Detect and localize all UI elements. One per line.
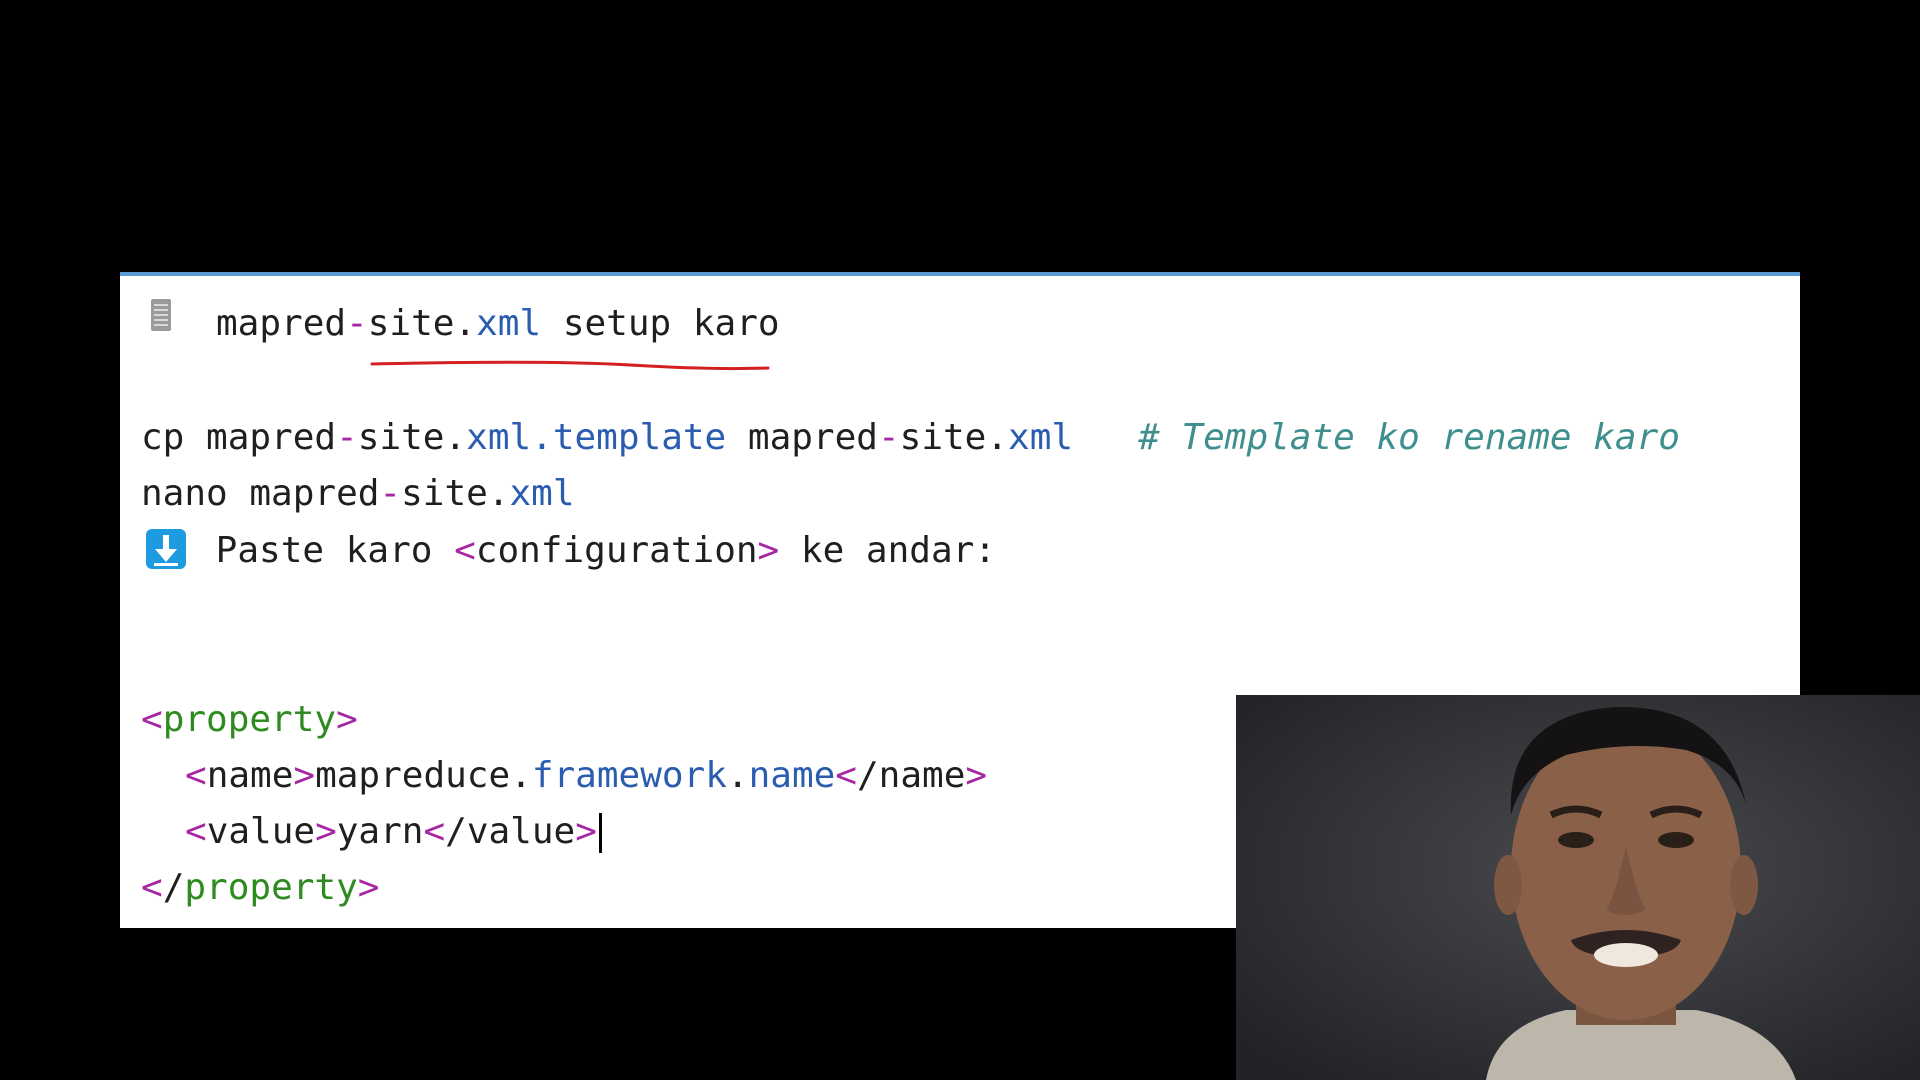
name-value-part2: framework — [531, 755, 727, 796]
name-value-part1: mapreduce. — [315, 755, 532, 796]
value-text: yarn — [336, 811, 424, 852]
document-icon — [151, 299, 171, 331]
property-close-tag: property — [184, 867, 358, 908]
title-filename-dash: - — [346, 303, 368, 344]
webcam-overlay — [1236, 695, 1920, 1080]
text-cursor — [598, 813, 602, 853]
cp-space: mapred — [726, 417, 878, 458]
name-close-tag: name — [878, 755, 966, 796]
cp-command-line[interactable]: cp mapred-site.xml.template mapred-site.… — [141, 414, 1680, 462]
title-filename-part2: site. — [367, 303, 477, 344]
title-filename-ext: xml — [476, 303, 542, 344]
cp-mid-1: site. — [357, 417, 467, 458]
xml-property-close-line[interactable]: </property> — [141, 864, 379, 912]
name-value-part4: name — [748, 755, 836, 796]
nano-mid: site. — [401, 473, 510, 514]
file-title: mapred-site.xml setup karo — [216, 300, 780, 348]
down-arrow-icon — [146, 529, 186, 569]
instruction-close-bracket: > — [757, 530, 780, 571]
title-filename-part1: mapred — [216, 303, 347, 344]
name-open-tag: name — [206, 755, 294, 796]
name-value-part3: . — [726, 755, 749, 796]
instruction-text-before: Paste karo — [194, 530, 455, 571]
xml-name-line[interactable]: <name>mapreduce.framework.name</name> — [185, 752, 987, 800]
instruction-text-after: ke andar: — [779, 530, 996, 571]
instruction-line: Paste karo <configuration> ke andar: — [194, 527, 996, 575]
cp-ext-2: xml — [1008, 417, 1074, 458]
cp-mid-2: site. — [899, 417, 1009, 458]
cp-comment: # Template ko rename karo — [1073, 417, 1680, 458]
value-close-tag: value — [466, 811, 576, 852]
nano-ext: xml — [509, 473, 575, 514]
presenter-video — [1236, 695, 1920, 1080]
cp-dash-1: - — [336, 417, 358, 458]
xml-value-line[interactable]: <value>yarn</value> — [185, 808, 602, 856]
property-open-tag: property — [162, 699, 337, 740]
value-open-tag: value — [206, 811, 316, 852]
nano-cmd: nano mapred — [141, 473, 380, 514]
red-underline-annotation — [370, 360, 770, 371]
instruction-tag: configuration — [475, 530, 758, 571]
instruction-open-bracket: < — [454, 530, 476, 571]
cp-cmd: cp mapred — [141, 417, 337, 458]
cp-dash-2: - — [877, 417, 900, 458]
nano-command-line[interactable]: nano mapred-site.xml — [141, 470, 575, 518]
title-suffix: setup karo — [541, 303, 780, 344]
xml-property-open-line[interactable]: <property> — [141, 696, 358, 744]
cp-ext-1: xml.template — [466, 417, 727, 458]
nano-dash: - — [379, 473, 402, 514]
